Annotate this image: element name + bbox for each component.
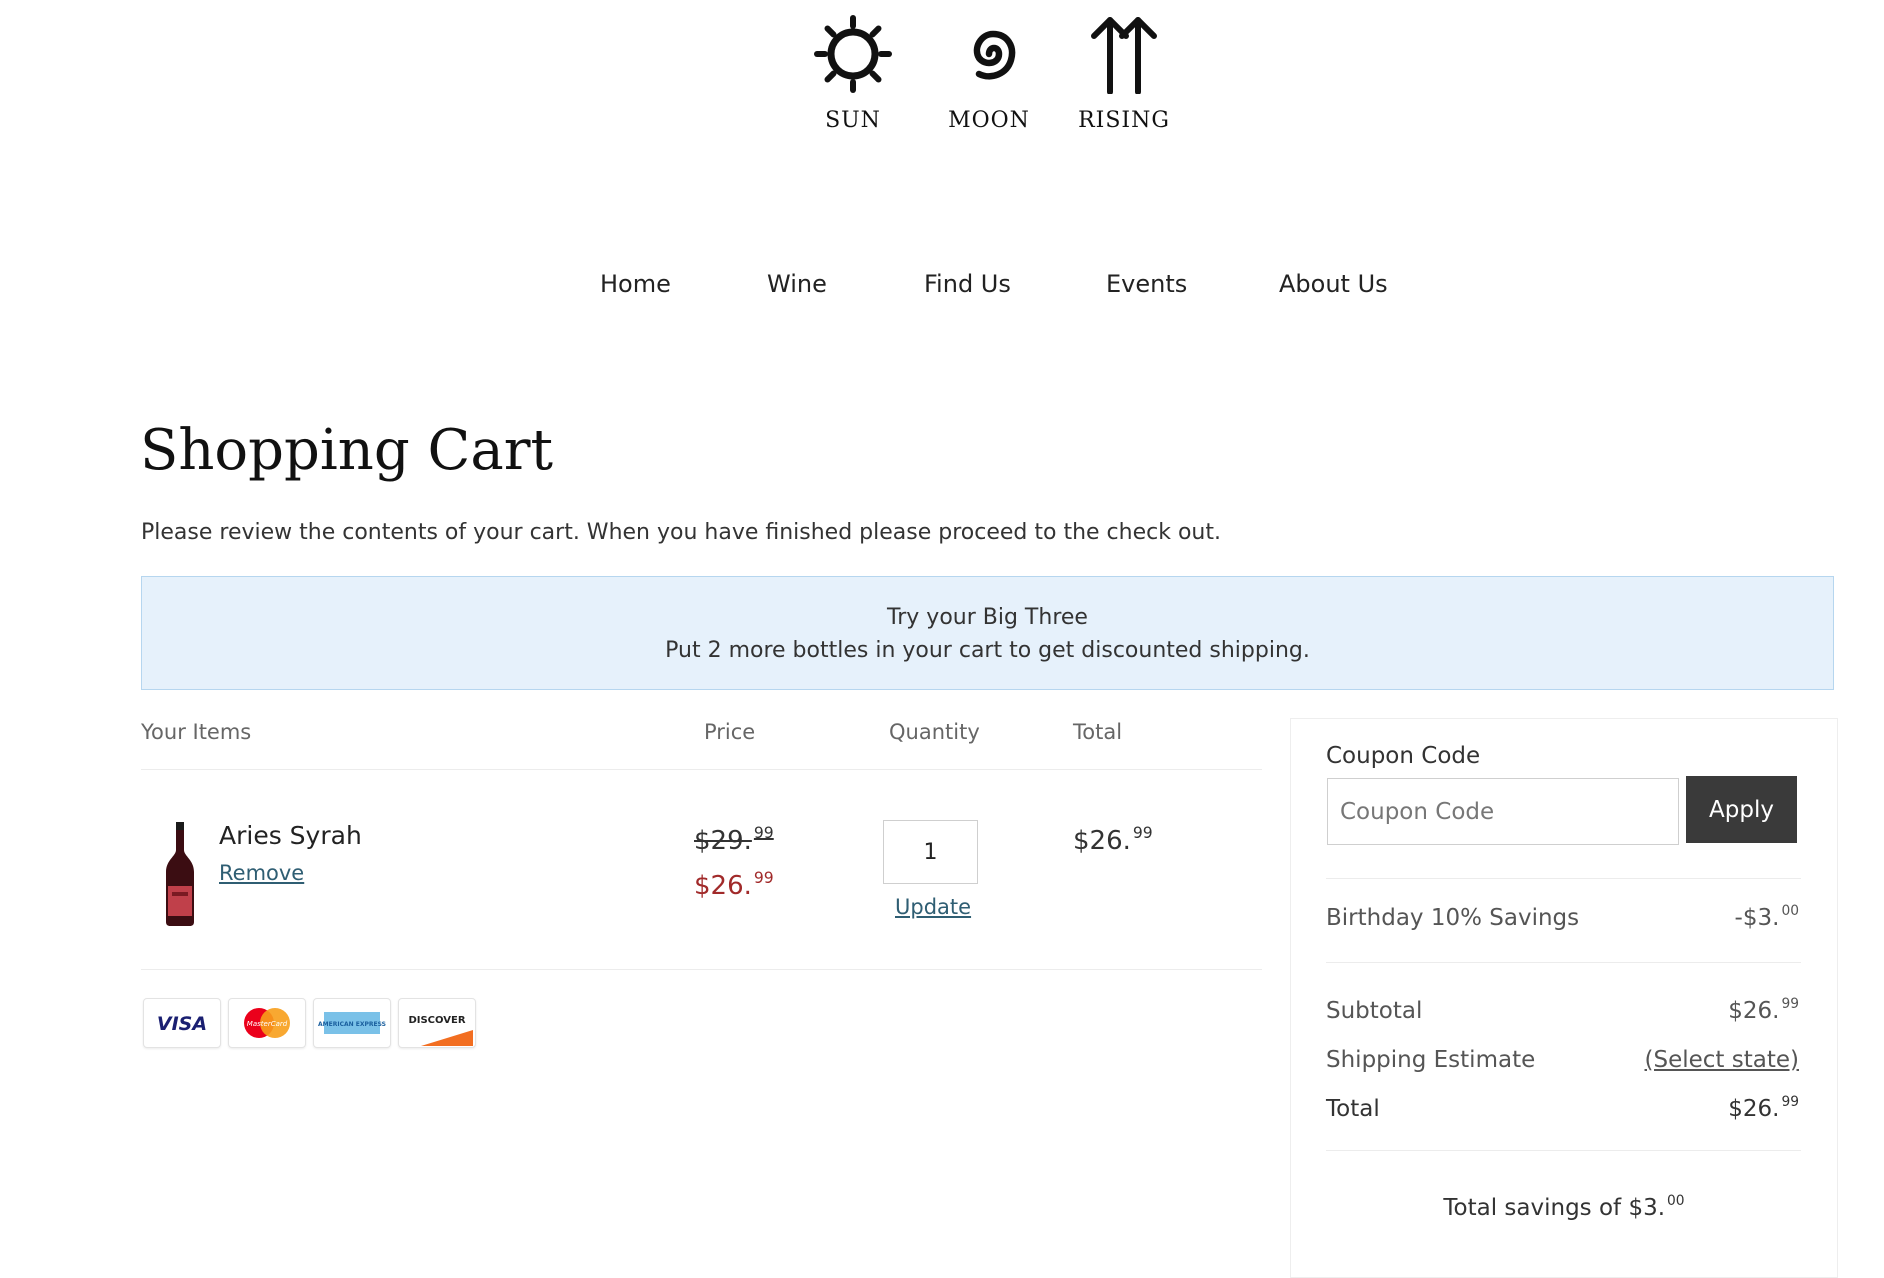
amex-card-icon: AMERICAN EXPRESS (313, 998, 391, 1048)
promo-message: Put 2 more bottles in your cart to get d… (665, 638, 1310, 663)
quantity-input[interactable] (883, 820, 978, 884)
rising-arrows-icon (1091, 17, 1157, 94)
page-title: Shopping Cart (140, 418, 553, 483)
discount-value: -$3. 00 (1734, 903, 1799, 931)
summary-divider-1 (1326, 878, 1801, 879)
logo-moon[interactable]: MOON (929, 14, 1049, 133)
svg-text:DISCOVER: DISCOVER (408, 1015, 465, 1026)
total-savings: Total savings of $3. 00 (1443, 1193, 1685, 1221)
header-total: Total (1073, 720, 1123, 744)
header-price: Price (704, 720, 756, 744)
nav-find-us[interactable]: Find Us (924, 270, 1011, 298)
header-divider (141, 769, 1262, 770)
coupon-label: Coupon Code (1326, 743, 1481, 769)
page-intro: Please review the contents of your cart.… (141, 520, 1221, 545)
moon-icon (973, 30, 1016, 80)
moon-label: MOON (948, 108, 1030, 133)
total-label: Total (1326, 1096, 1380, 1122)
select-state-link[interactable]: (Select state) (1645, 1047, 1799, 1073)
row-divider (141, 969, 1262, 970)
discover-card-icon: DISCOVER (398, 998, 476, 1048)
summary-divider-3 (1326, 1150, 1801, 1151)
visa-card-icon: VISA (143, 998, 221, 1048)
rising-label: RISING (1078, 108, 1170, 133)
nav-wine[interactable]: Wine (767, 270, 827, 298)
remove-link[interactable]: Remove (219, 861, 304, 885)
subtotal-label: Subtotal (1326, 998, 1423, 1024)
promo-title: Try your Big Three (887, 605, 1088, 630)
total-value: $26. 99 (1728, 1094, 1799, 1122)
line-total: $26. 99 (1073, 824, 1153, 856)
nav-events[interactable]: Events (1106, 270, 1187, 298)
original-price: $29. 99 (694, 824, 774, 856)
promo-banner: Try your Big Three Put 2 more bottles in… (141, 576, 1834, 690)
svg-text:MasterCard: MasterCard (247, 1020, 288, 1028)
sun-label: SUN (825, 108, 881, 133)
subtotal-value: $26. 99 (1728, 996, 1799, 1024)
sale-price: $26. 99 (694, 869, 774, 901)
logo-sun[interactable]: SUN (793, 14, 913, 133)
header-quantity: Quantity (889, 720, 980, 744)
summary-divider-2 (1326, 962, 1801, 963)
apply-coupon-button[interactable]: Apply (1686, 776, 1797, 843)
nav-home[interactable]: Home (600, 270, 671, 298)
logo-rising[interactable]: RISING (1064, 14, 1184, 133)
discount-label: Birthday 10% Savings (1326, 905, 1580, 931)
svg-text:VISA: VISA (157, 1013, 207, 1035)
header-your-items: Your Items (141, 720, 252, 744)
item-name[interactable]: Aries Syrah (219, 821, 362, 850)
shipping-estimate-label: Shipping Estimate (1326, 1047, 1536, 1073)
update-link[interactable]: Update (895, 895, 971, 919)
sun-icon (814, 15, 892, 93)
mastercard-card-icon: MasterCard (228, 998, 306, 1048)
nav-about-us[interactable]: About Us (1279, 270, 1388, 298)
wine-bottle-image[interactable] (162, 820, 198, 928)
coupon-code-input[interactable] (1327, 778, 1679, 845)
svg-text:AMERICAN EXPRESS: AMERICAN EXPRESS (318, 1021, 386, 1028)
